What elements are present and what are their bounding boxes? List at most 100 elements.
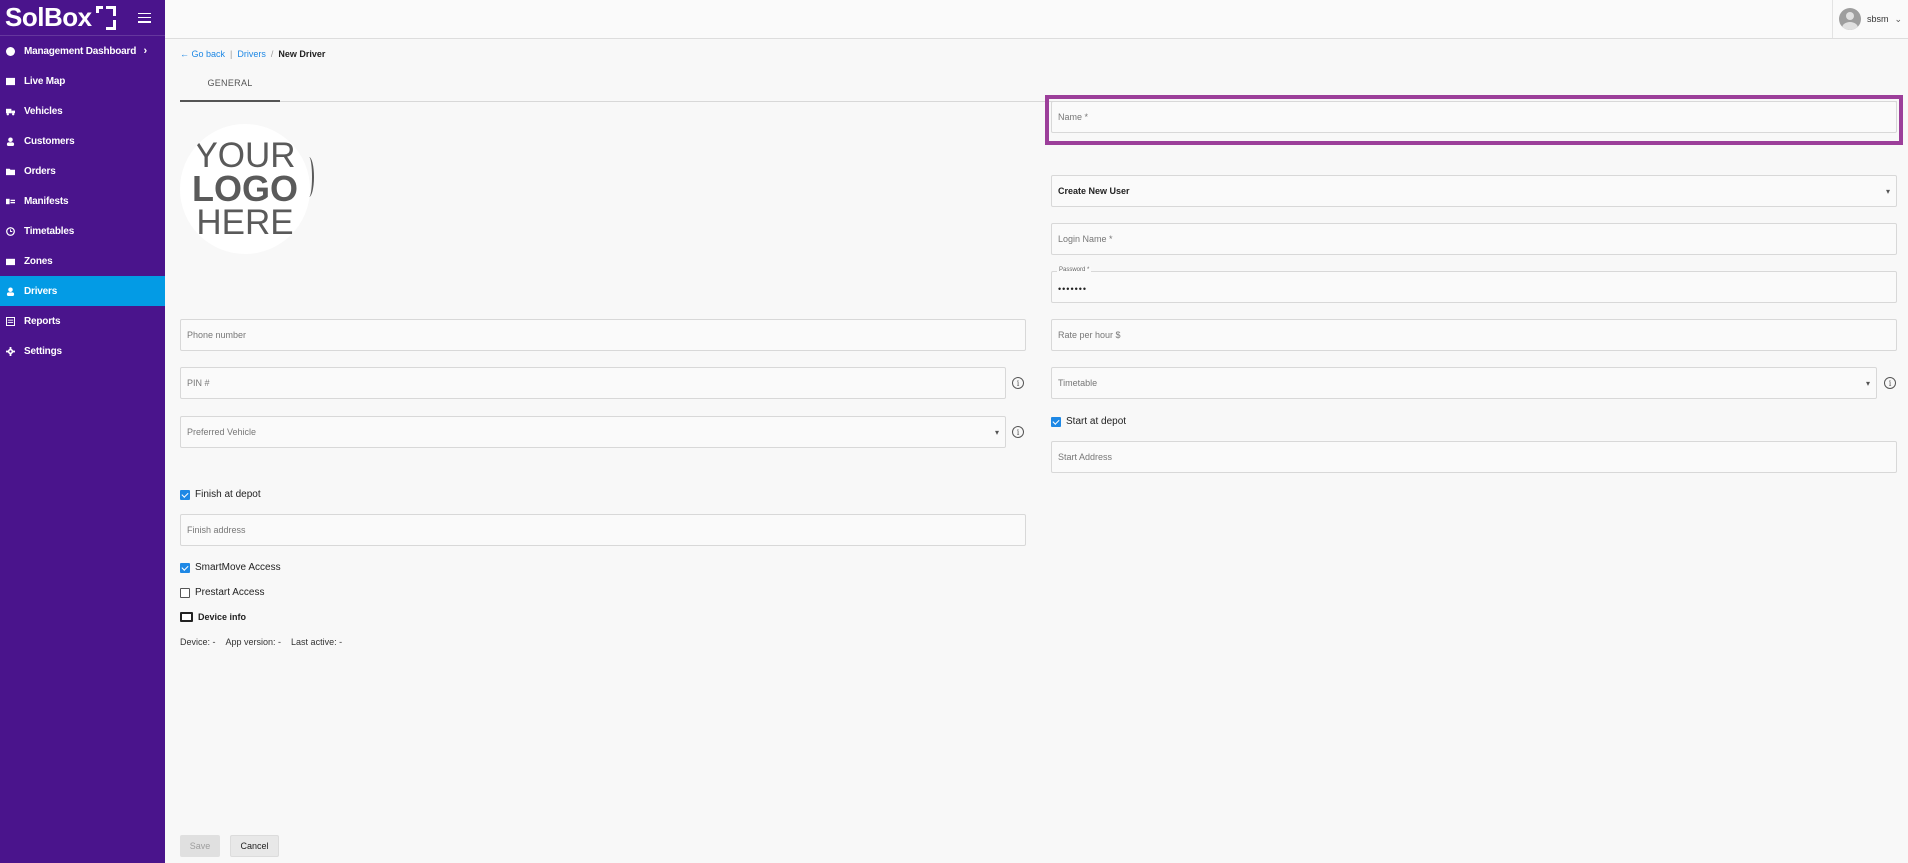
topbar: sbsm ⌄ [165,0,1908,39]
manifest-icon [6,197,15,206]
smartmove-access-checkbox[interactable]: SmartMove Access [180,562,281,573]
logo-upload[interactable]: YOUR LOGO HERE [180,124,310,254]
login-name-field[interactable] [1051,223,1897,255]
save-button[interactable]: Save [180,835,220,857]
sidebar-item-live-map[interactable]: Live Map [0,66,165,96]
timetable-info-icon[interactable]: i [1884,377,1896,389]
rate-per-hour-field[interactable] [1051,319,1897,351]
sidebar-nav: Management Dashboard › Live Map Vehicles… [0,36,165,366]
sidebar-item-label: Settings [24,345,62,357]
arrow-left-icon: ← [180,49,189,59]
chevron-down-icon: ▾ [994,427,999,437]
user-select[interactable]: Create New User ▾ [1051,175,1897,207]
chevron-down-icon: ▾ [1885,186,1890,196]
app-version-text: App version: - [225,637,282,647]
chevron-down-icon: ▾ [1865,378,1870,388]
sidebar-item-manifests[interactable]: Manifests [0,186,165,216]
start-at-depot-checkbox[interactable]: Start at depot [1051,416,1126,427]
logo-curve-decoration [304,157,314,197]
login-name-input[interactable] [1058,234,1890,244]
preferred-vehicle-select[interactable]: Preferred Vehicle ▾ [180,416,1006,448]
go-back-label: Go back [191,49,226,59]
folder-icon [6,167,15,176]
sidebar-item-settings[interactable]: Settings [0,336,165,366]
chevron-down-icon: ⌄ [1894,13,1903,24]
brand-logo[interactable]: SolBox [5,2,116,33]
tab-general[interactable]: GENERAL [180,72,280,102]
hamburger-menu-icon[interactable] [138,12,151,23]
sidebar-item-drivers[interactable]: Drivers [0,276,165,306]
pin-info-icon[interactable]: i [1012,377,1024,389]
report-icon [6,316,15,326]
password-value: ••••••• [1058,284,1088,294]
phone-number-input[interactable] [187,330,1019,340]
username: sbsm [1867,14,1889,24]
logo-text-line3: HERE [196,203,294,243]
map-icon [6,77,15,86]
device-info-box-icon [180,612,193,622]
sidebar-item-label: Manifests [24,195,69,207]
sidebar-item-management-dashboard[interactable]: Management Dashboard › [0,36,165,66]
gear-icon [6,346,15,356]
sidebar-item-reports[interactable]: Reports [0,306,165,336]
finish-address-field[interactable] [180,514,1026,546]
sidebar-item-vehicles[interactable]: Vehicles [0,96,165,126]
brand-bar: SolBox [0,0,165,36]
logo-text-line2: LOGO [192,167,298,209]
phone-number-field[interactable] [180,319,1026,351]
breadcrumb-separator: / [270,49,274,59]
preferred-vehicle-info-icon[interactable]: i [1012,426,1024,438]
chevron-right-icon: › [143,45,148,57]
brand-bracket-icon [94,5,116,30]
sidebar-item-label: Zones [24,255,53,267]
logo-text-line1: YOUR [194,135,296,175]
checkbox-checked-icon [1051,416,1061,427]
breadcrumb-separator: | [230,49,233,59]
sidebar-item-label: Management Dashboard [24,45,137,57]
timetable-select[interactable]: Timetable ▾ [1051,367,1877,399]
checkbox-checked-icon [180,489,190,500]
device-text: Device: - [180,637,216,647]
brand-name: SolBox [5,2,92,32]
device-info-toggle[interactable]: Device info [180,612,246,622]
start-at-depot-label: Start at depot [1066,416,1127,427]
sidebar-item-timetables[interactable]: Timetables [0,216,165,246]
prestart-access-checkbox[interactable]: Prestart Access [180,587,264,598]
start-address-input[interactable] [1058,452,1890,462]
device-info-label: Device info [198,612,247,622]
user-menu[interactable]: sbsm ⌄ [1832,0,1908,38]
breadcrumb-current: New Driver [278,49,326,59]
checkbox-unchecked-icon [180,587,190,598]
zone-icon [6,257,15,266]
start-address-field[interactable] [1051,441,1897,473]
rate-per-hour-input[interactable] [1058,330,1890,340]
sidebar-item-label: Timetables [24,225,75,237]
breadcrumb: ← Go back | Drivers / New Driver [180,49,325,59]
sidebar-item-orders[interactable]: Orders [0,156,165,186]
person-icon [6,136,15,146]
name-input[interactable] [1058,112,1890,122]
finish-at-depot-label: Finish at depot [195,489,261,500]
preferred-vehicle-placeholder: Preferred Vehicle [187,427,257,437]
cancel-button[interactable]: Cancel [230,835,279,857]
pin-input[interactable] [187,378,999,388]
finish-address-input[interactable] [187,525,1019,535]
password-field[interactable]: Password * ••••••• [1051,267,1897,303]
name-field[interactable] [1051,101,1897,133]
go-back-link[interactable]: ← Go back [180,49,225,59]
sidebar-item-customers[interactable]: Customers [0,126,165,156]
sidebar-item-label: Orders [24,165,56,177]
avatar [1839,8,1861,30]
prestart-access-label: Prestart Access [195,587,265,598]
pin-field[interactable] [180,367,1006,399]
breadcrumb-drivers-link[interactable]: Drivers [237,49,266,59]
sidebar-item-label: Customers [24,135,75,147]
finish-at-depot-checkbox[interactable]: Finish at depot [180,489,261,500]
clock-icon [6,226,15,236]
sidebar-item-zones[interactable]: Zones [0,246,165,276]
smartmove-access-label: SmartMove Access [195,562,281,573]
main-content: ← Go back | Drivers / New Driver GENERAL… [180,39,1908,863]
user-select-value: Create New User [1058,186,1130,196]
sidebar-item-label: Reports [24,315,61,327]
person-icon [6,286,15,296]
